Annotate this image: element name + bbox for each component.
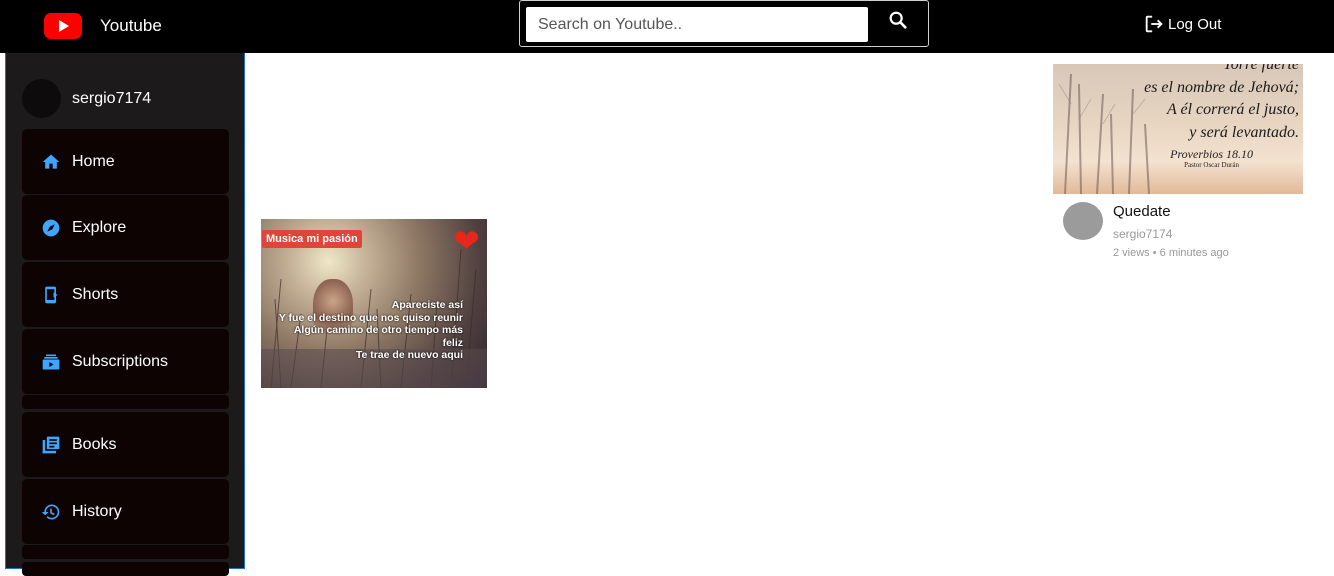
- compass-icon: [40, 217, 62, 239]
- thumbnail-badge: Musica mi pasión: [262, 230, 362, 248]
- logout-button[interactable]: Log Out: [1143, 13, 1221, 35]
- thumbnail-lyrics-text: Apareciste así Y fue el destino que nos …: [278, 299, 463, 361]
- sidebar-item-books[interactable]: Books: [22, 412, 229, 477]
- username: sergio7174: [72, 89, 152, 107]
- thumbnail-verse-text: Torre fuerte es el nombre de Jehová; A é…: [1144, 64, 1299, 141]
- shorts-icon: [40, 284, 62, 306]
- channel-name[interactable]: sergio7174: [1113, 227, 1229, 241]
- channel-avatar[interactable]: [1063, 202, 1103, 240]
- search-input[interactable]: [526, 7, 868, 42]
- logout-icon: [1145, 15, 1163, 33]
- sidebar-item-shorts[interactable]: Shorts: [22, 262, 229, 327]
- video-stats: 2 views • 6 minutes ago: [1113, 247, 1229, 259]
- avatar: [22, 79, 61, 118]
- sidebar-item-label: History: [72, 502, 122, 520]
- menu-divider: [22, 545, 229, 559]
- sidebar-item-label: Shorts: [72, 285, 119, 303]
- video-meta: Quedate sergio7174 2 views • 6 minutes a…: [1063, 202, 1229, 259]
- sidebar-item-label: Home: [72, 152, 115, 170]
- history-icon: [40, 501, 62, 523]
- video-thumbnail[interactable]: Torre fuerte es el nombre de Jehová; A é…: [1053, 64, 1303, 194]
- video-thumbnail[interactable]: Musica mi pasión ❤ Apareciste así Y fue …: [261, 219, 487, 388]
- sidebar-item-home[interactable]: Home: [22, 129, 229, 194]
- thumbnail-reference-text: Proverbios 18.10 Pastor Oscar Durán: [1170, 147, 1253, 169]
- search-bar: [519, 0, 929, 47]
- youtube-logo-icon[interactable]: [44, 13, 82, 39]
- top-bar: Youtube Log Out: [0, 0, 1334, 53]
- search-button[interactable]: [872, 7, 924, 42]
- sidebar: sergio7174 Home Explore Shorts Subscript…: [5, 53, 245, 576]
- brand-title[interactable]: Youtube: [100, 16, 162, 36]
- sidebar-item-explore[interactable]: Explore: [22, 195, 229, 260]
- user-profile[interactable]: sergio7174: [22, 79, 151, 118]
- sidebar-item-subscriptions[interactable]: Subscriptions: [22, 329, 229, 394]
- sidebar-item-label: Subscriptions: [72, 352, 169, 370]
- menu-divider: [22, 562, 229, 576]
- library-icon: [40, 434, 62, 456]
- menu-divider: [22, 395, 229, 409]
- home-icon: [40, 151, 62, 173]
- logout-label: Log Out: [1168, 15, 1222, 33]
- sidebar-item-label: Books: [72, 435, 117, 453]
- video-title[interactable]: Quedate: [1113, 203, 1229, 220]
- heart-icon: ❤: [453, 223, 480, 259]
- sidebar-item-history[interactable]: History: [22, 479, 229, 544]
- subscriptions-icon: [40, 351, 62, 373]
- sidebar-item-label: Explore: [72, 218, 127, 236]
- search-icon: [889, 11, 907, 29]
